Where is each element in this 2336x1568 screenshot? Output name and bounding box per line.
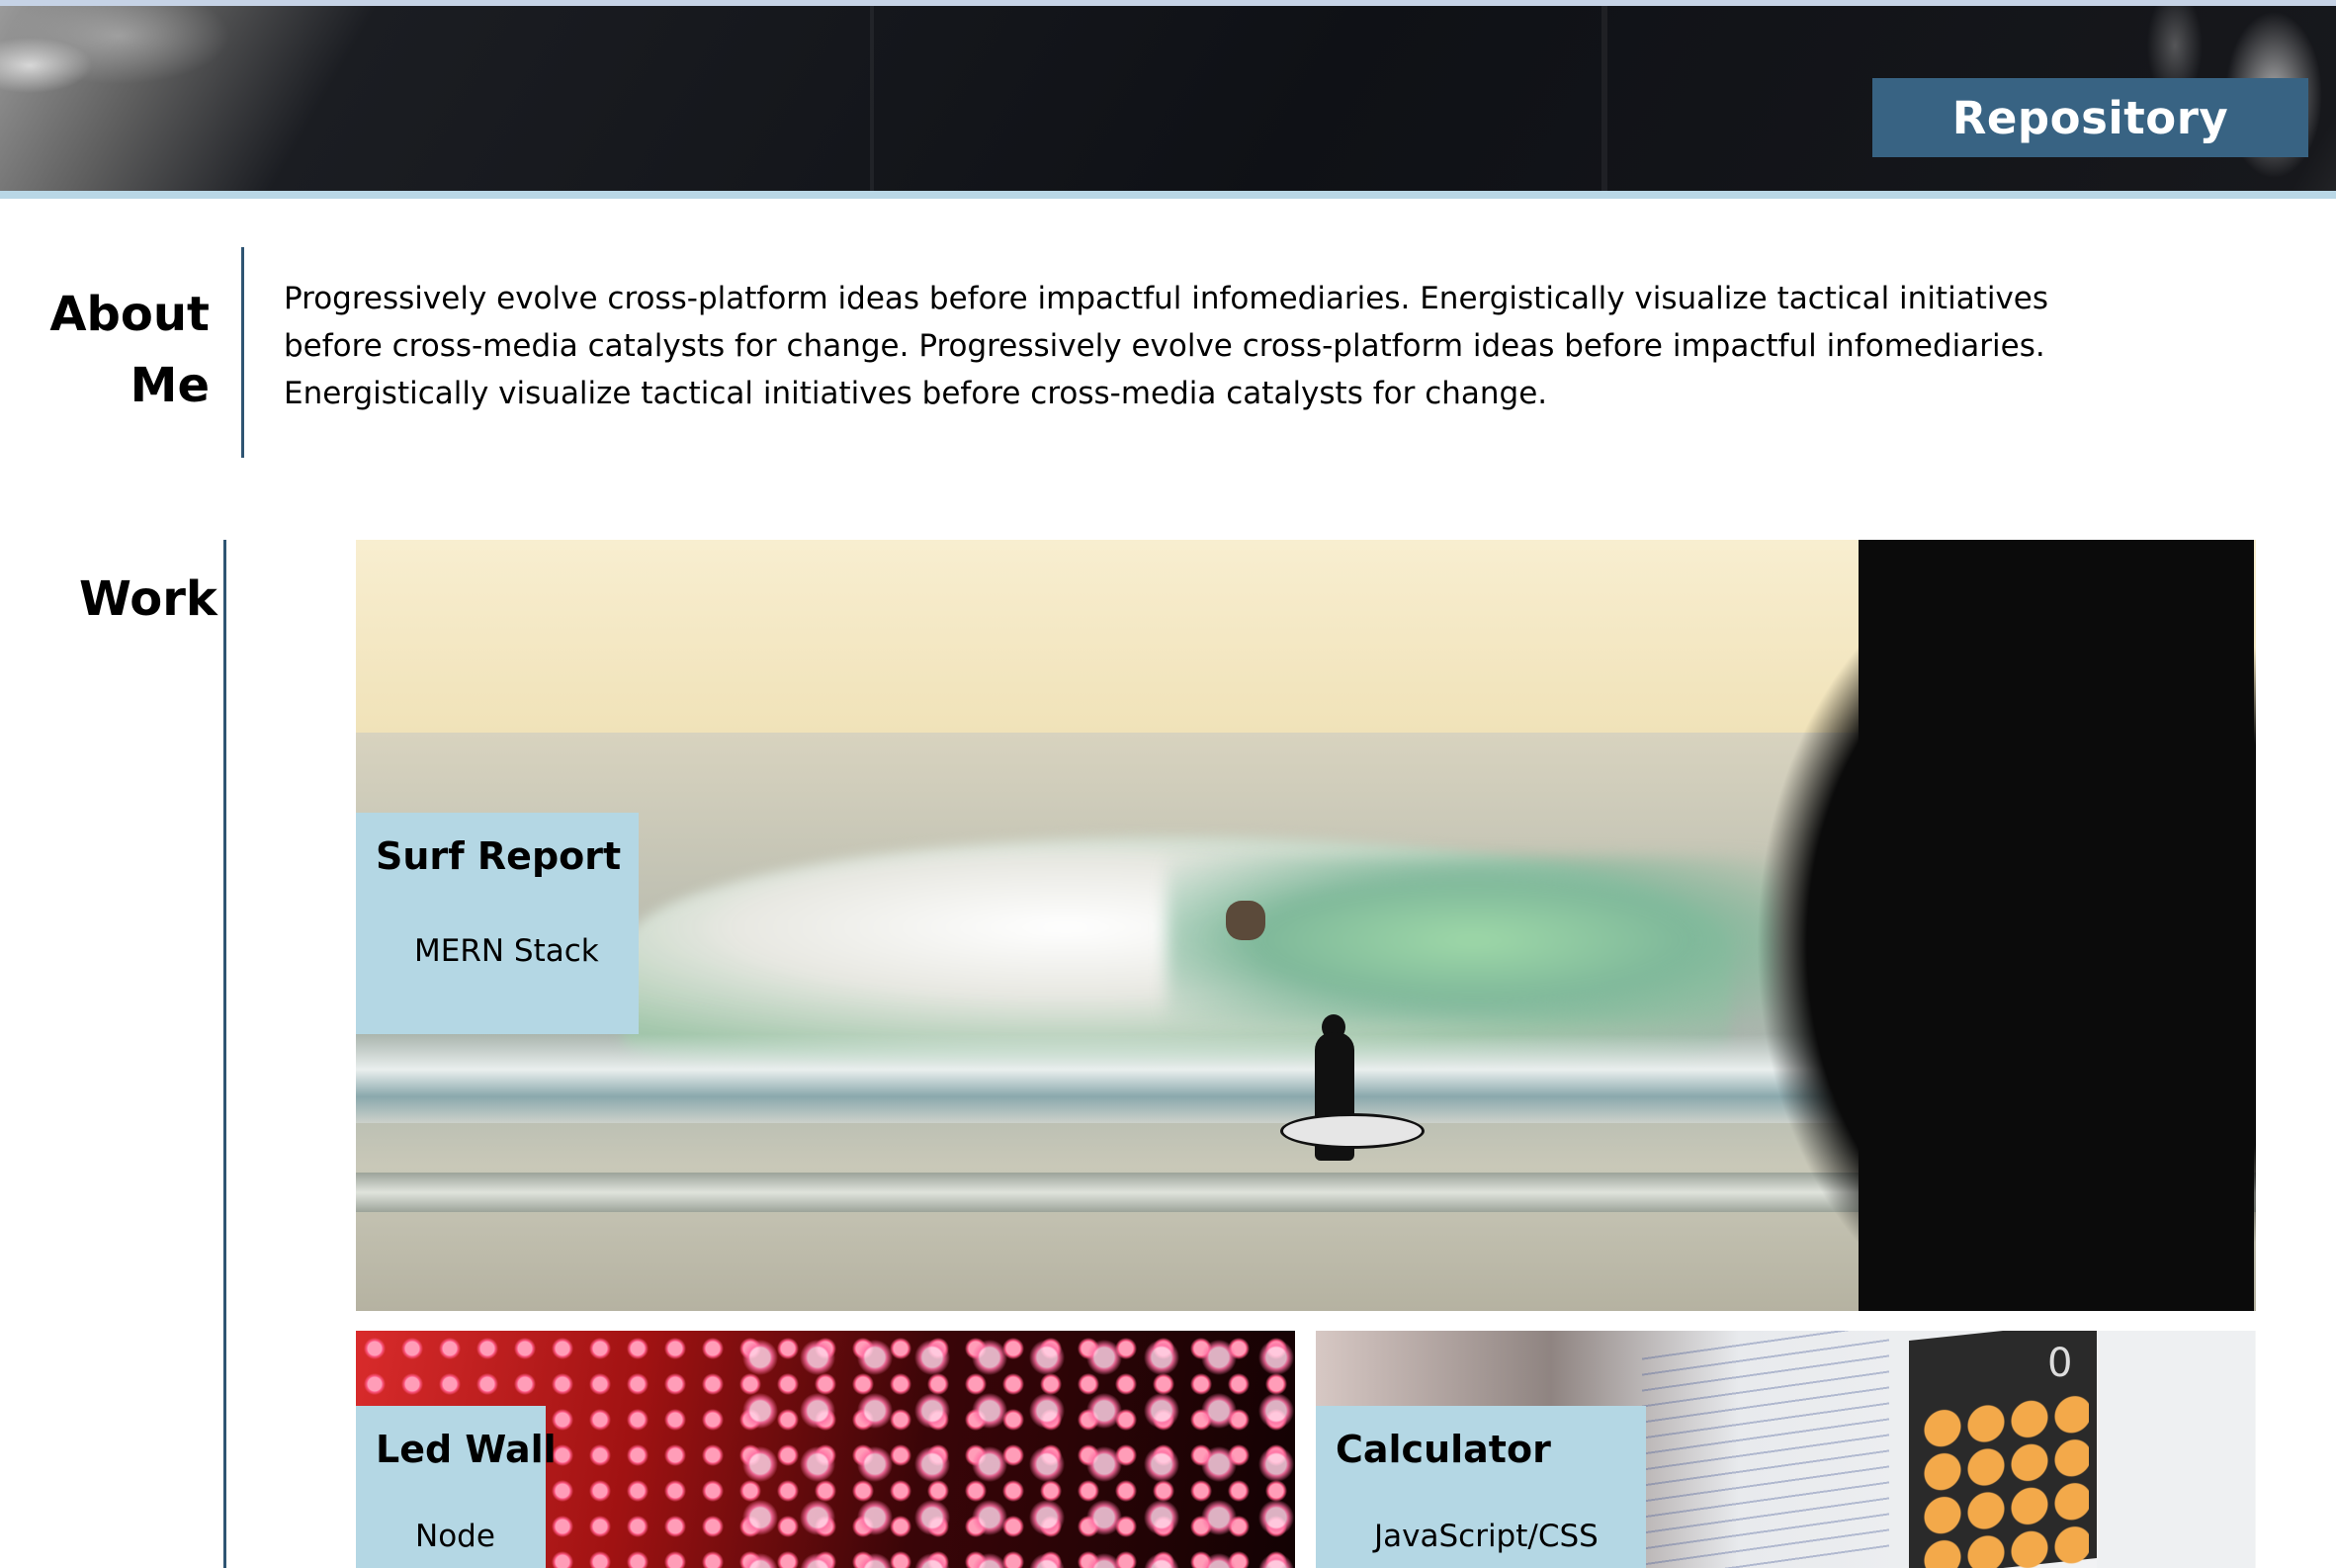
about-heading-line1: About xyxy=(49,287,210,342)
work-divider xyxy=(223,540,226,1568)
project-stack: MERN Stack xyxy=(414,933,599,969)
about-text: Progressively evolve cross-platform idea… xyxy=(284,281,2049,411)
surf-report-image xyxy=(356,540,2256,1311)
header-banner: Repository xyxy=(0,6,2336,191)
project-stack: JavaScript/CSS xyxy=(1374,1519,1599,1554)
project-title: Calculator xyxy=(1336,1428,1551,1471)
about-heading-line2: Me xyxy=(130,358,210,413)
work-heading: Work xyxy=(79,571,217,627)
repository-button[interactable]: Repository xyxy=(1872,78,2308,157)
project-label: Calculator JavaScript/CSS xyxy=(1316,1406,1646,1568)
calculator-display-icon: 0 xyxy=(2047,1341,2073,1386)
project-label: Surf Report MERN Stack xyxy=(356,813,639,1034)
project-title: Led Wall xyxy=(376,1428,557,1471)
project-card-led-wall[interactable]: Led Wall Node xyxy=(356,1331,1295,1568)
about-divider xyxy=(241,247,244,458)
banner-texture xyxy=(1601,6,1607,191)
banner-texture xyxy=(870,6,874,191)
header-band xyxy=(0,191,2336,199)
project-stack: Node xyxy=(415,1519,495,1554)
about-heading: About Me xyxy=(40,279,210,421)
project-card-surf-report[interactable]: Surf Report MERN Stack xyxy=(356,540,2256,1311)
project-card-calculator[interactable]: 0 Calculator JavaScript/CSS xyxy=(1316,1331,2256,1568)
project-label: Led Wall Node xyxy=(356,1406,557,1568)
project-title: Surf Report xyxy=(376,834,622,878)
